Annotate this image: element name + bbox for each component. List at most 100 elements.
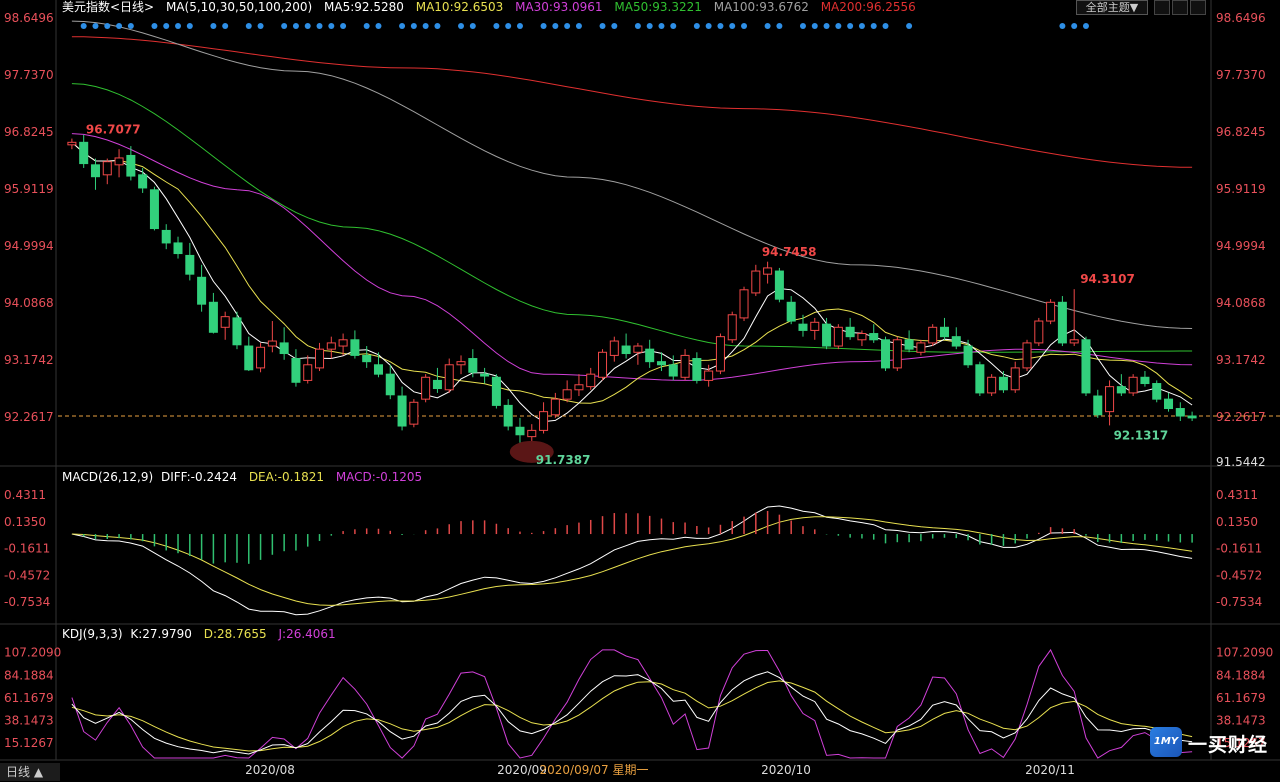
- event-dot: [670, 23, 677, 29]
- event-dot: [210, 23, 217, 29]
- candle-body: [751, 270, 761, 294]
- event-dot: [151, 23, 158, 29]
- candle-body: [161, 229, 171, 244]
- candle-body: [515, 426, 525, 436]
- y-tick-label: 107.2090: [1216, 646, 1273, 660]
- chart-canvas[interactable]: 98.6496 98.6496 97.7370 97.7370 96.8245 96.82…: [0, 0, 1280, 782]
- y-tick-label: 15.1267: [4, 736, 54, 750]
- price-annotation: 91.7387: [536, 453, 591, 467]
- macd-header: MACD(26,12,9) DIFF:-0.2424 DEA:-0.1821 M…: [62, 470, 430, 484]
- candle-body: [621, 345, 631, 355]
- candle-body: [727, 314, 737, 341]
- candle-body: [1046, 301, 1056, 322]
- theme-dropdown-button[interactable]: 全部主题▼: [1076, 0, 1148, 15]
- candle-body: [928, 326, 938, 344]
- ma100-value: MA100:93.6762: [713, 0, 809, 14]
- candle-body: [491, 376, 501, 406]
- y-tick-label: 98.6496: [4, 11, 54, 25]
- y-tick-label: 97.7370: [1216, 68, 1266, 82]
- candle-body: [656, 361, 666, 366]
- macd-dif: DIFF:-0.2424: [160, 470, 237, 484]
- event-dot: [717, 23, 724, 29]
- y-tick-label: 0.1350: [1216, 515, 1258, 529]
- candle-body: [1010, 367, 1020, 391]
- minus-icon[interactable]: [1154, 0, 1170, 15]
- candle-body: [232, 317, 242, 346]
- candle-body: [149, 189, 159, 230]
- candle-body: [1187, 415, 1197, 419]
- y-tick-label: -0.1611: [4, 542, 50, 556]
- candle-body: [845, 326, 855, 338]
- event-dot: [764, 23, 771, 29]
- event-dot: [658, 23, 665, 29]
- candle-body: [916, 342, 926, 353]
- candle-body: [645, 348, 655, 363]
- y-tick-label: -0.7534: [1216, 595, 1262, 609]
- candle-body: [1175, 408, 1185, 417]
- event-dot: [799, 23, 806, 29]
- y-tick-label: 94.0868: [4, 296, 54, 310]
- event-dot: [116, 23, 123, 29]
- y-tick-label: 92.2617: [4, 410, 54, 424]
- candle-body: [892, 339, 902, 369]
- y-tick-label: -0.7534: [4, 595, 50, 609]
- candle-body: [963, 345, 973, 366]
- candle-body: [609, 340, 619, 356]
- x-axis-label: 2020/10: [761, 763, 811, 777]
- candle-body: [444, 364, 454, 391]
- event-dot: [906, 23, 913, 29]
- event-dot: [575, 23, 582, 29]
- y-tick-label: 97.7370: [4, 68, 54, 82]
- candle-body: [503, 404, 513, 427]
- candle-body: [539, 411, 549, 431]
- candle-body: [692, 358, 702, 381]
- candle-body: [480, 373, 490, 377]
- event-dot: [1059, 23, 1066, 29]
- y-tick-label: 84.1884: [4, 668, 54, 682]
- header-bar: 美元指数<日线> MA(5,10,30,50,100,200) MA5:92.5…: [62, 0, 924, 14]
- y-tick-label: 38.1473: [1216, 714, 1266, 728]
- symbol-label[interactable]: 美元指数<日线>: [62, 0, 154, 14]
- y-tick-label: 98.6496: [1216, 11, 1266, 25]
- candle-body: [704, 370, 714, 381]
- y-tick-label: 38.1473: [4, 714, 54, 728]
- event-dot: [1071, 23, 1078, 29]
- kdj-title: KDJ(9,3,3): [62, 627, 123, 641]
- candle-body: [244, 345, 254, 371]
- price-annotation: 94.7458: [762, 245, 817, 259]
- candle-body: [869, 333, 879, 341]
- y-tick-label: -0.4572: [1216, 568, 1262, 582]
- event-dot: [1082, 23, 1089, 29]
- candle-body: [173, 242, 183, 255]
- event-dot: [281, 23, 288, 29]
- kdj-d: D:28.7655: [203, 627, 267, 641]
- candle-body: [208, 301, 218, 333]
- event-dot: [363, 23, 370, 29]
- candle-body: [67, 141, 77, 146]
- price-annotation: 94.3107: [1080, 272, 1135, 286]
- candle-body: [680, 354, 690, 378]
- candle-body: [1164, 398, 1174, 410]
- event-dot: [104, 23, 111, 29]
- y-tick-label: 91.5442: [1216, 455, 1266, 469]
- event-dot: [375, 23, 382, 29]
- event-dot: [458, 23, 465, 29]
- candle-body: [114, 157, 124, 166]
- candle-body: [774, 270, 784, 300]
- ma30-value: MA30:93.0961: [515, 0, 603, 14]
- event-dot: [634, 23, 641, 29]
- candle-body: [409, 401, 419, 425]
- brand-logo: 1MY 一买财经: [1150, 727, 1272, 757]
- candle-body: [951, 336, 961, 347]
- ma50-value: MA50:93.3221: [614, 0, 702, 14]
- y-tick-label: 95.9119: [1216, 182, 1266, 196]
- kdj-d-line: [71, 680, 1193, 752]
- candle-body: [102, 161, 112, 176]
- settings-icon[interactable]: [1172, 0, 1188, 15]
- candle-body: [432, 379, 442, 390]
- close-icon[interactable]: [1190, 0, 1206, 15]
- event-dot: [80, 23, 87, 29]
- ma50-line: [71, 83, 1193, 353]
- event-dot: [127, 23, 134, 29]
- period-tab[interactable]: 日线 ▲: [0, 763, 60, 781]
